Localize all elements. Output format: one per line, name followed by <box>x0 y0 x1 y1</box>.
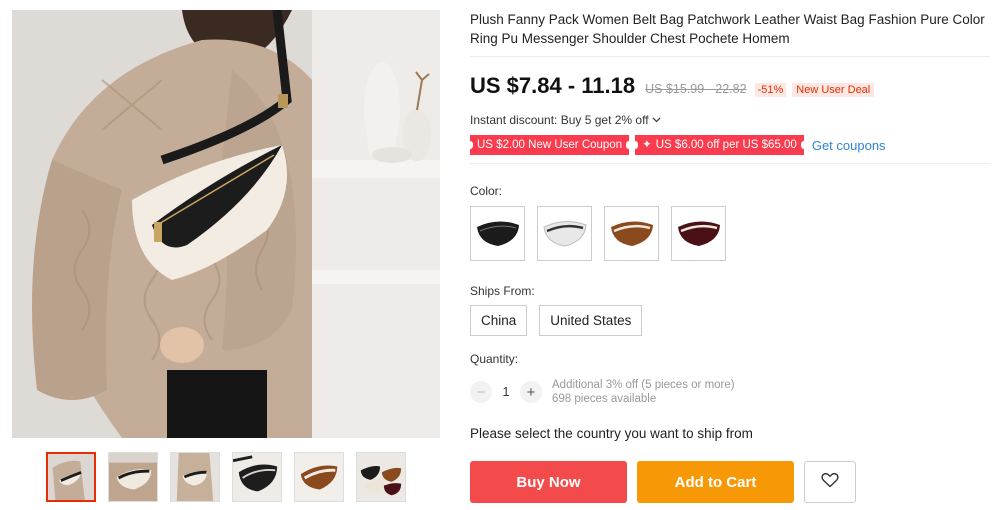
price-row: US $7.84 - 11.18 US $15.99 - 22.82 -51% … <box>470 73 990 99</box>
current-price: US $7.84 - 11.18 <box>470 73 636 98</box>
quantity-stepper: − 1 + Additional 3% off (5 pieces or mor… <box>470 378 990 406</box>
color-swatches <box>470 206 990 261</box>
ships-from-options: China United States <box>470 305 990 336</box>
thumbnail-strip <box>46 452 406 502</box>
instant-discount-text: Instant discount: Buy 5 get 2% off <box>470 113 649 127</box>
coupon-label: US $6.00 off per US $65.00 <box>655 139 797 151</box>
decrease-quantity-button[interactable]: − <box>470 381 492 403</box>
stock-available-text: 698 pieces available <box>552 393 657 405</box>
add-to-cart-button[interactable]: Add to Cart <box>637 461 794 503</box>
shipping-message: Please select the country you want to sh… <box>470 426 753 441</box>
divider <box>470 56 990 57</box>
color-swatch-black[interactable] <box>470 206 525 261</box>
chevron-down-icon <box>652 115 661 126</box>
bulk-discount-text: Additional 3% off (5 pieces or more) <box>552 379 735 391</box>
ship-from-us-button[interactable]: United States <box>539 305 643 336</box>
product-title: Plush Fanny Pack Women Belt Bag Patchwor… <box>470 12 985 46</box>
thumbnail-4[interactable] <box>232 452 282 502</box>
discount-badge: -51% <box>754 83 787 97</box>
get-coupons-link[interactable]: Get coupons <box>812 138 886 153</box>
color-swatch-brown[interactable] <box>604 206 659 261</box>
thumbnail-2[interactable] <box>108 452 158 502</box>
ship-from-china-button[interactable]: China <box>470 305 528 336</box>
thumbnail-1[interactable] <box>46 452 96 502</box>
original-price: US $15.99 - 22.82 <box>645 82 747 96</box>
quantity-value[interactable]: 1 <box>492 385 520 399</box>
quantity-info: Additional 3% off (5 pieces or more) 698… <box>552 378 735 406</box>
store-coupon[interactable]: ✦ US $6.00 off per US $65.00 <box>632 135 807 155</box>
buy-now-button[interactable]: Buy Now <box>470 461 627 503</box>
color-swatch-wine[interactable] <box>671 206 726 261</box>
thumbnail-5[interactable] <box>294 452 344 502</box>
product-info: Plush Fanny Pack Women Belt Bag Patchwor… <box>466 10 990 503</box>
wishlist-button[interactable] <box>804 461 856 503</box>
ships-from-label: Ships From: <box>470 284 535 298</box>
divider <box>470 163 990 164</box>
thumbnail-6[interactable] <box>356 452 406 502</box>
thumbnail-3[interactable] <box>170 452 220 502</box>
increase-quantity-button[interactable]: + <box>520 381 542 403</box>
star-icon: ✦ <box>642 139 652 151</box>
main-product-image[interactable] <box>12 10 440 438</box>
coupon-label: US $2.00 New User Coupon <box>477 139 623 151</box>
heart-icon <box>821 472 839 493</box>
color-swatch-white[interactable] <box>537 206 592 261</box>
action-buttons: Buy Now Add to Cart <box>470 461 990 503</box>
new-user-deal-badge: New User Deal <box>792 83 875 97</box>
color-label: Color: <box>470 184 503 198</box>
quantity-label: Quantity: <box>470 352 519 366</box>
coupon-row: US $2.00 New User Coupon ✦ US $6.00 off p… <box>466 135 990 155</box>
new-user-coupon[interactable]: US $2.00 New User Coupon <box>466 135 633 155</box>
instant-discount-dropdown[interactable]: Instant discount: Buy 5 get 2% off <box>470 113 661 127</box>
